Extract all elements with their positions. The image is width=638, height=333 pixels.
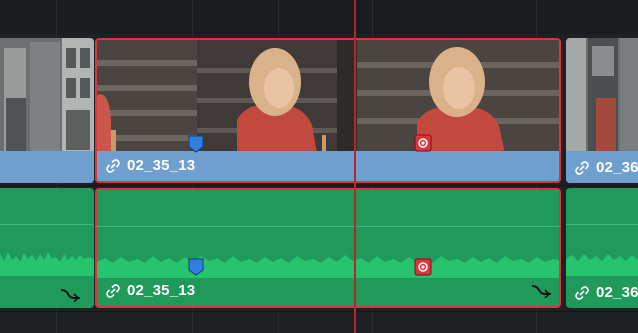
- audio-clip-selected[interactable]: 02_35_13: [95, 188, 561, 308]
- audio-level-line: [97, 226, 559, 227]
- fade-handle-icon[interactable]: [531, 284, 553, 298]
- audio-level-line: [0, 224, 94, 225]
- link-icon: [575, 161, 589, 175]
- clip-name: 02_36: [596, 284, 638, 301]
- video-clip[interactable]: [0, 38, 94, 183]
- audio-level-line: [566, 224, 638, 225]
- clip-name: 02_35_13: [127, 282, 196, 299]
- timeline-top-strip: [0, 0, 638, 34]
- marker-red-icon[interactable]: [414, 258, 432, 276]
- clip-label-bar: 02_36: [566, 282, 638, 308]
- video-clip[interactable]: 02_36: [566, 38, 638, 183]
- marker-blue-icon[interactable]: [188, 258, 204, 276]
- timeline[interactable]: 02_35_13 02_36 02_35_13 02_36: [0, 0, 638, 333]
- playhead[interactable]: [354, 0, 356, 333]
- audio-clip[interactable]: 02_36: [566, 188, 638, 308]
- link-icon: [575, 286, 589, 300]
- audio-waveform: [0, 252, 94, 276]
- audio-waveform: [97, 255, 559, 278]
- audio-waveform: [566, 254, 638, 276]
- clip-label-bar: [0, 153, 94, 183]
- clip-label-bar: 02_35_13: [97, 151, 559, 181]
- video-clip-selected[interactable]: 02_35_13: [95, 38, 561, 183]
- clip-name: 02_36: [596, 159, 638, 176]
- track-separator: [0, 311, 638, 312]
- audio-clip[interactable]: [0, 188, 94, 308]
- track-separator: [0, 185, 638, 186]
- marker-blue-icon[interactable]: [188, 135, 204, 153]
- link-icon: [106, 284, 120, 298]
- clip-name: 02_35_13: [127, 157, 196, 174]
- link-icon: [106, 159, 120, 173]
- clip-thumbnail: [0, 38, 94, 151]
- clip-label-bar: 02_35_13: [97, 280, 559, 306]
- fade-handle-icon[interactable]: [60, 288, 82, 302]
- clip-label-bar: [0, 282, 94, 308]
- clip-thumbnail: [97, 40, 559, 153]
- marker-red-icon[interactable]: [414, 134, 432, 152]
- clip-label-bar: 02_36: [566, 153, 638, 183]
- clip-thumbnail: [566, 38, 638, 151]
